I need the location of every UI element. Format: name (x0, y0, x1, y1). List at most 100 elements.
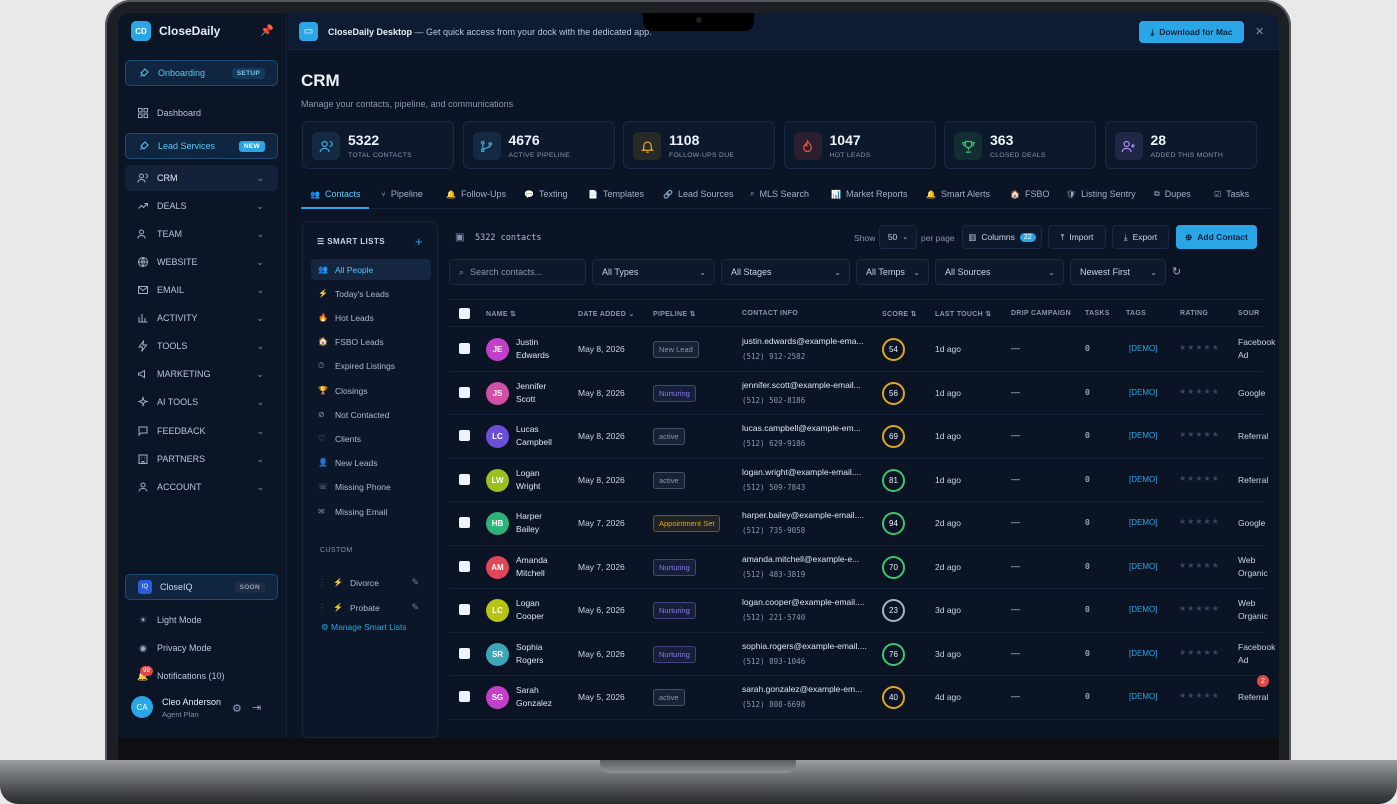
rating-stars[interactable]: ★★★★★ (1179, 604, 1220, 613)
tag-badge[interactable]: [DEMO] (1129, 344, 1157, 353)
contact-email[interactable]: logan.wright@example-email.... (742, 467, 861, 477)
table-row[interactable]: LC Lucas Campbell May 8, 2026 active luca… (449, 415, 1268, 459)
contact-name[interactable]: Sophia Rogers (516, 641, 543, 667)
search-input[interactable]: ⌕ Search contacts... (449, 259, 586, 285)
column-header-score[interactable]: SCORE ⇅ (882, 310, 917, 318)
stat-card-total-contacts[interactable]: 5322 TOTAL CONTACTS (302, 121, 454, 169)
add-contact-button[interactable]: ⊕ Add Contact (1176, 225, 1257, 249)
tab-templates[interactable]: 📄 Templates (588, 189, 644, 199)
contact-email[interactable]: justin.edwards@example-ema... (742, 336, 864, 346)
table-row[interactable]: SG Sarah Gonzalez May 5, 2026 active sara… (449, 676, 1268, 720)
contact-email[interactable]: sophia.rogers@example-email.... (742, 641, 867, 651)
contact-phone[interactable]: (512) 808-6698 (742, 700, 805, 709)
table-row[interactable]: JE Justin Edwards May 8, 2026 New Lead ju… (449, 328, 1275, 372)
contact-name[interactable]: Justin Edwards (516, 336, 549, 362)
drag-handle-icon[interactable]: ⋮ (318, 603, 326, 612)
table-row[interactable]: LW Logan Wright May 8, 2026 active logan.… (449, 459, 1268, 502)
sidebar-item-activity[interactable]: ACTIVITY ⌄ (125, 305, 278, 331)
tab-fsbo[interactable]: 🏠 FSBO (1010, 189, 1049, 199)
row-checkbox[interactable] (459, 473, 470, 485)
stat-card-active-pipeline[interactable]: 4676 ACTIVE PIPELINE (462, 121, 615, 169)
stat-card-hot-leads[interactable]: 1047 HOT LEADS (783, 121, 936, 169)
export-button[interactable]: ⤓ Export (1112, 225, 1169, 249)
types-filter[interactable]: All Types ⌄ (592, 259, 715, 285)
sidebar-item-website[interactable]: WEBSITE ⌄ (125, 249, 278, 275)
columns-button[interactable]: ▥ Columns 22 (962, 225, 1042, 249)
contact-email[interactable]: logan.cooper@example-email.... (742, 597, 865, 607)
smart-list-missing-email[interactable]: ✉ Missing Email (311, 501, 431, 522)
edit-icon[interactable]: ✎ (411, 602, 419, 613)
row-checkbox[interactable] (459, 430, 470, 441)
pipeline-badge[interactable]: active (653, 689, 685, 706)
tag-badge[interactable]: [DEMO] (1129, 562, 1157, 571)
column-header-last-touch[interactable]: LAST TOUCH ⇅ (935, 310, 991, 318)
tag-badge[interactable]: [DEMO] (1129, 475, 1157, 484)
sidebar-item-lead-services[interactable]: Lead Services NEW (125, 133, 278, 159)
column-header-date-added[interactable]: DATE ADDED ⌄ (578, 310, 635, 318)
sidebar-item-partners[interactable]: PARTNERS ⌄ (125, 446, 278, 472)
smart-list-closings[interactable]: 🏆 Closings (311, 380, 431, 401)
contact-phone[interactable]: (512) 912-2582 (742, 352, 805, 361)
download-mac-button[interactable]: ⤓ Download for Mac (1139, 21, 1244, 43)
stat-card-follow-ups-due[interactable]: 1108 FOLLOW-UPS DUE (623, 121, 775, 169)
tab-lead-sources[interactable]: 🔗 Lead Sources (663, 189, 734, 199)
table-row[interactable]: LC Logan Cooper May 6, 2026 Nurturing log… (449, 589, 1268, 633)
import-button[interactable]: ⤒ Import (1048, 225, 1106, 249)
refresh-icon[interactable]: ↻ (1172, 265, 1181, 278)
contact-name[interactable]: Lucas Campbell (516, 423, 552, 449)
sidebar-item-dashboard[interactable]: Dashboard (125, 100, 278, 126)
contact-phone[interactable]: (512) 509-7843 (742, 483, 805, 492)
add-smart-list-button[interactable]: + (415, 234, 423, 249)
sidebar-item-marketing[interactable]: MARKETING ⌄ (125, 361, 278, 387)
contact-name[interactable]: Jennifer Scott (516, 380, 546, 406)
row-checkbox[interactable] (459, 691, 470, 702)
contact-phone[interactable]: (512) 629-9186 (742, 439, 805, 448)
row-checkbox[interactable] (459, 647, 470, 659)
tab-follow-ups[interactable]: 🔔 Follow-Ups (446, 189, 506, 199)
contact-phone[interactable]: (512) 893-1046 (742, 657, 805, 666)
tag-badge[interactable]: [DEMO] (1129, 692, 1157, 701)
pipeline-badge[interactable]: New Lead (653, 341, 699, 358)
tab-contacts[interactable]: 👥 Contacts (310, 189, 361, 199)
tag-badge[interactable]: [DEMO] (1129, 649, 1157, 658)
smart-list-missing-phone[interactable]: ☏ Missing Phone (311, 477, 431, 498)
tag-badge[interactable]: [DEMO] (1129, 431, 1157, 440)
sidebar-item-team[interactable]: TEAM ⌄ (125, 221, 278, 247)
contact-name[interactable]: Logan Cooper (516, 597, 544, 623)
custom-list-probate[interactable]: ⋮ ⚡ Probate ✎ (311, 597, 431, 618)
sidebar-item-tools[interactable]: TOOLS ⌄ (125, 333, 278, 359)
stat-card-added-this-month[interactable]: 28 ADDED THIS MONTH (1104, 121, 1257, 169)
smart-list-expired-listings[interactable]: ⏱ Expired Listings (311, 356, 431, 377)
row-checkbox[interactable] (459, 560, 470, 572)
select-all-checkbox[interactable] (459, 308, 470, 319)
contact-name[interactable]: Sarah Gonzalez (516, 684, 552, 710)
tab-market-reports[interactable]: 📊 Market Reports (831, 189, 908, 199)
row-checkbox[interactable] (459, 386, 470, 398)
temps-filter[interactable]: All Temps ⌄ (856, 259, 929, 285)
smart-list-hot-leads[interactable]: 🔥 Hot Leads (311, 307, 431, 328)
smart-list-not-contacted[interactable]: ⊘ Not Contacted (311, 404, 431, 425)
rating-stars[interactable]: ★★★★★ (1179, 561, 1220, 570)
rating-stars[interactable]: ★★★★★ (1179, 517, 1220, 526)
contact-phone[interactable]: (512) 221-5740 (742, 613, 805, 622)
rating-stars[interactable]: ★★★★★ (1179, 474, 1220, 483)
contact-email[interactable]: harper.bailey@example-email.... (742, 510, 864, 520)
sidebar-item-onboarding[interactable]: Onboarding SETUP (125, 60, 278, 86)
table-row[interactable]: AM Amanda Mitchell May 7, 2026 Nurturing … (449, 546, 1268, 589)
privacy-mode-toggle[interactable]: ◉ Privacy Mode (125, 635, 278, 661)
sidebar-item-crm[interactable]: CRM ⌄ (125, 165, 278, 191)
contact-email[interactable]: lucas.campbell@example-em... (742, 423, 861, 433)
contact-email[interactable]: sarah.gonzalez@example-em... (742, 684, 862, 694)
tab-pipeline[interactable]: ⑂ Pipeline (381, 189, 423, 199)
tab-listing-sentry[interactable]: 🛡 Listing Sentry (1066, 189, 1136, 199)
tag-badge[interactable]: [DEMO] (1129, 518, 1157, 527)
sidebar-item-ai-tools[interactable]: AI TOOLS ⌄ (125, 389, 278, 415)
custom-list-divorce[interactable]: ⋮ ⚡ Divorce ✎ (311, 572, 431, 593)
tag-badge[interactable]: [DEMO] (1129, 388, 1157, 397)
pipeline-badge[interactable]: Nurturing (653, 558, 696, 576)
light-mode-toggle[interactable]: ☀ Light Mode (125, 607, 278, 633)
drag-handle-icon[interactable]: ⋮ (318, 578, 326, 587)
rating-stars[interactable]: ★★★★★ (1179, 343, 1220, 352)
close-icon[interactable]: ✕ (1255, 25, 1264, 38)
logout-icon[interactable]: ⇥ (252, 701, 261, 714)
